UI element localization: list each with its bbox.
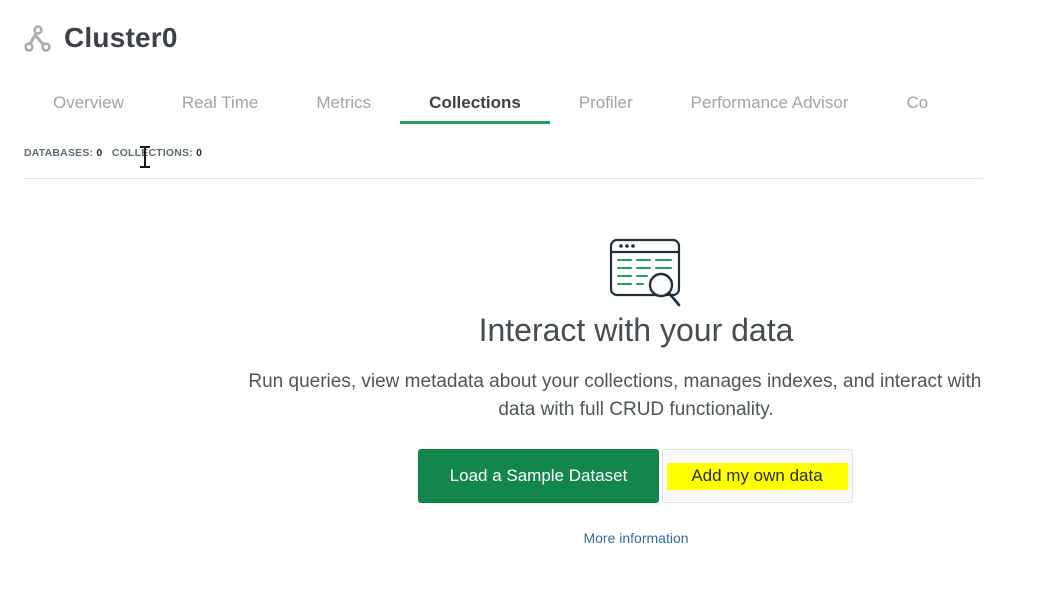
divider	[24, 178, 983, 179]
button-label: Add my own data	[667, 462, 848, 490]
page-title: Cluster0	[64, 22, 178, 53]
empty-state-description: Run queries, view metadata about your co…	[0, 368, 983, 424]
data-explorer-icon	[609, 238, 681, 307]
tab-label: Real Time	[181, 93, 259, 112]
tab-label: Overview	[53, 93, 124, 112]
empty-state-title: Interact with your data	[478, 312, 794, 348]
tab-real-time[interactable]: Real Time	[153, 82, 288, 124]
collections-label: COLLECTIONS:	[111, 147, 193, 159]
tab-label: Profiler	[578, 93, 633, 112]
load-sample-dataset-button[interactable]: Load a Sample Dataset	[418, 449, 659, 503]
description-line: Run queries, view metadata about your co…	[248, 371, 983, 392]
cluster-tabs: Overview Real Time Metrics Collections P…	[24, 82, 957, 124]
collections-count: 0	[196, 147, 203, 159]
cluster-icon	[24, 24, 52, 52]
databases-count: 0	[96, 147, 103, 159]
button-label: Load a Sample Dataset	[449, 466, 628, 485]
tab-collections[interactable]: Collections	[400, 82, 550, 124]
text-cursor-icon	[140, 146, 150, 168]
tab-truncated[interactable]: Co	[877, 82, 957, 124]
tab-label: Collections	[429, 93, 521, 112]
tab-profiler[interactable]: Profiler	[550, 82, 662, 124]
description-line: data with full CRUD functionality.	[498, 399, 774, 420]
cluster-stats: DATABASES: 0 COLLECTIONS: 0	[24, 147, 202, 159]
tab-label: Metrics	[316, 93, 372, 112]
tab-label: Performance Advisor	[690, 93, 849, 112]
more-information-link[interactable]: More information	[0, 530, 983, 546]
cluster-header: Cluster0	[24, 22, 178, 54]
add-own-data-button[interactable]: Add my own data	[662, 449, 853, 503]
main-content: Cluster0 Overview Real Time Metrics Coll…	[0, 0, 983, 615]
tab-label: Co	[906, 93, 929, 112]
viewport: Cluster0 Overview Real Time Metrics Coll…	[0, 0, 1058, 615]
tab-metrics[interactable]: Metrics	[287, 82, 400, 124]
databases-label: DATABASES:	[24, 147, 94, 159]
tab-overview[interactable]: Overview	[24, 82, 153, 124]
tab-performance-advisor[interactable]: Performance Advisor	[662, 82, 878, 124]
